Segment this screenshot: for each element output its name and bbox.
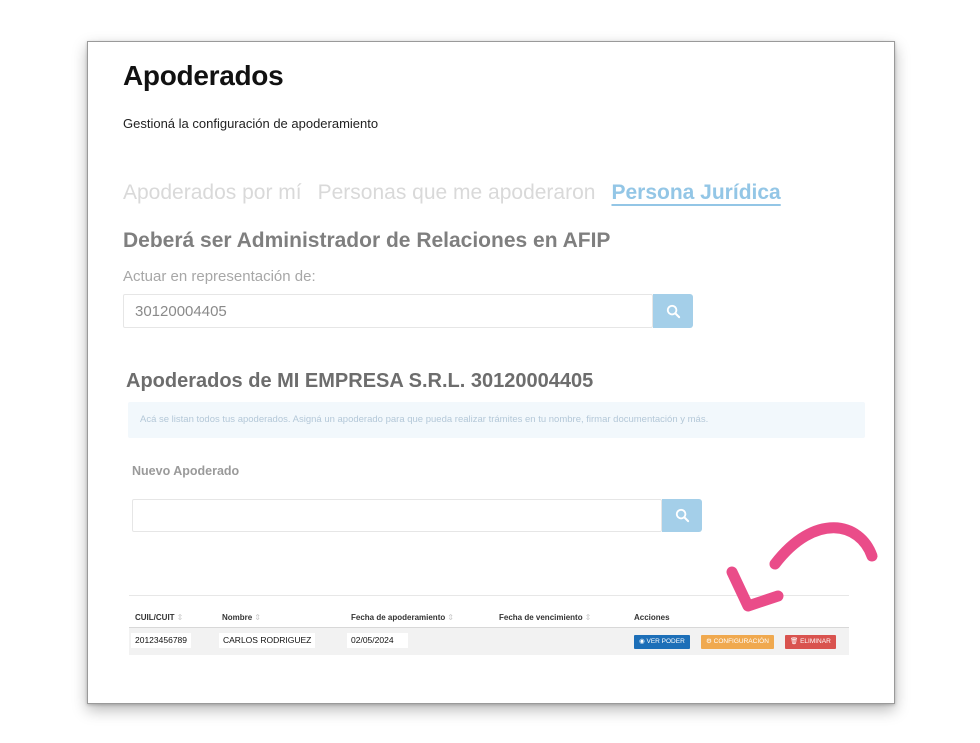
- admin-relaciones-heading: Deberá ser Administrador de Relaciones e…: [123, 229, 611, 252]
- tab-personas-que-me-apoderaron[interactable]: Personas que me apoderaron: [318, 181, 596, 205]
- column-header-fecha-vencimiento[interactable]: Fecha de vencimiento ⇕: [499, 613, 591, 622]
- table-row: 20123456789 CARLOS RODRIGUEZ 02/05/2024 …: [129, 628, 849, 655]
- page-title: Apoderados: [123, 60, 284, 91]
- column-header-nombre[interactable]: Nombre ⇕: [222, 613, 261, 622]
- tab-bar: Apoderados por mí Personas que me apoder…: [123, 181, 781, 205]
- sort-icon: ⇕: [176, 613, 184, 622]
- column-header-cuil[interactable]: CUIL/CUIT ⇕: [135, 613, 183, 622]
- eliminar-button[interactable]: 🗑 ELIMINAR: [785, 635, 836, 649]
- column-header-acciones: Acciones: [634, 613, 670, 622]
- configuracion-button[interactable]: ⚙ CONFIGURACIÓN: [701, 635, 774, 649]
- nuevo-apoderado-label: Nuevo Apoderado: [132, 464, 240, 478]
- cell-fecha-apoderamiento: 02/05/2024: [347, 633, 408, 648]
- trash-icon: 🗑: [790, 638, 801, 645]
- sort-icon: ⇕: [447, 613, 454, 622]
- tab-persona-juridica[interactable]: Persona Jurídica: [611, 181, 780, 205]
- search-icon: [675, 508, 689, 523]
- info-alert: Acá se listan todos tus apoderados. Asig…: [128, 402, 865, 438]
- tab-apoderados-por-mi[interactable]: Apoderados por mí: [123, 181, 302, 205]
- search-icon: [666, 304, 680, 318]
- nuevo-apoderado-search-button[interactable]: [662, 499, 702, 532]
- cell-cuil: 20123456789: [131, 633, 192, 648]
- column-header-fecha-apoderamiento[interactable]: Fecha de apoderamiento ⇕: [351, 613, 454, 622]
- sort-icon: ⇕: [254, 613, 261, 622]
- company-apoderados-title: Apoderados de MI EMPRESA S.R.L. 30120004…: [126, 370, 594, 392]
- nuevo-apoderado-input[interactable]: [132, 499, 662, 532]
- ver-poder-button[interactable]: ◉ VER PODER: [634, 635, 690, 649]
- cell-nombre: CARLOS RODRIGUEZ: [219, 633, 316, 648]
- representation-cuit-input[interactable]: [123, 294, 653, 328]
- page-subtitle: Gestioná la configuración de apoderamien…: [123, 116, 379, 131]
- annotation-arrow-icon: [726, 522, 878, 612]
- gear-icon: ⚙: [706, 638, 714, 645]
- sort-icon: ⇕: [584, 613, 592, 622]
- cell-fecha-vencimiento: [496, 633, 504, 648]
- representation-search-button[interactable]: [653, 294, 693, 328]
- representation-label: Actuar en representación de:: [123, 268, 316, 285]
